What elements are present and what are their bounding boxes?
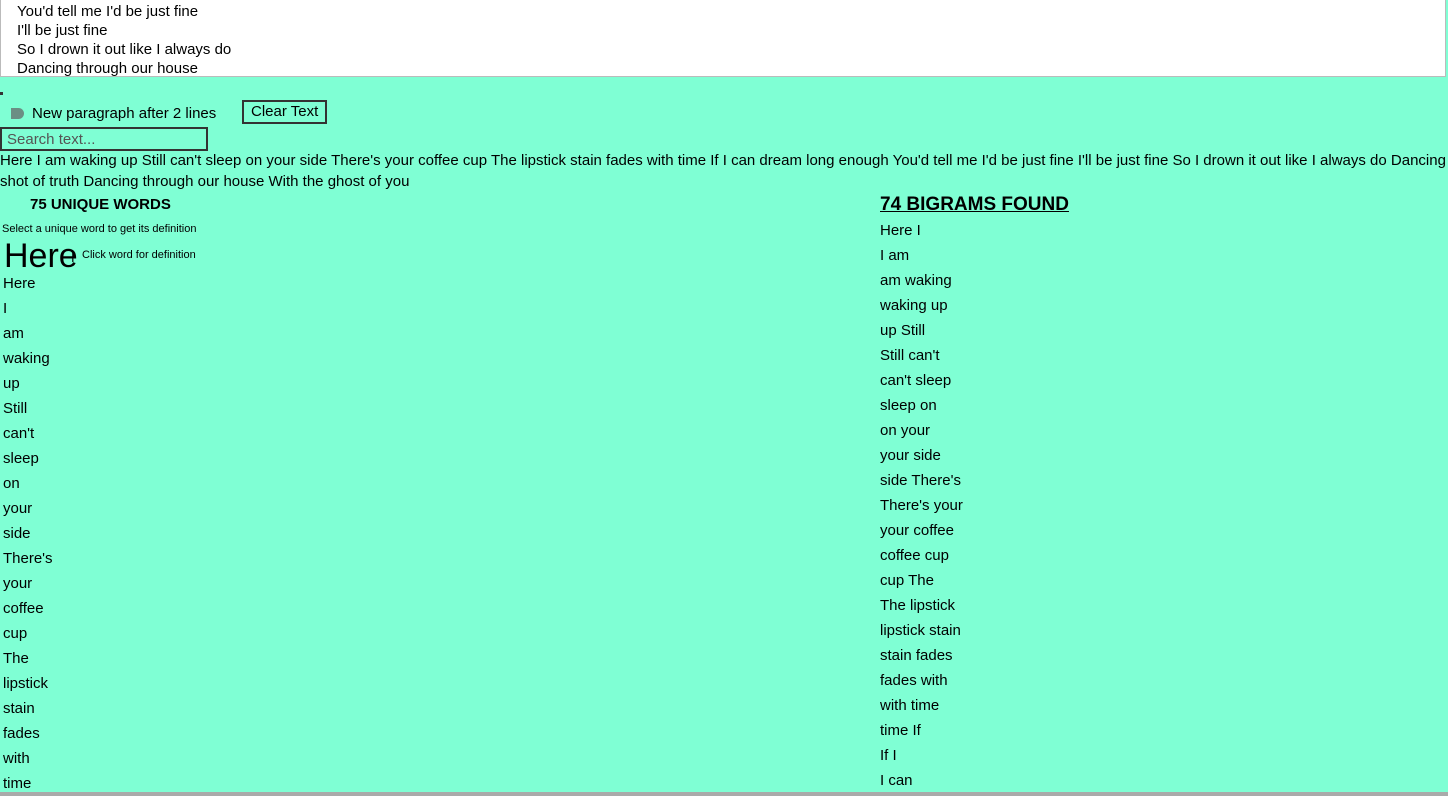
bigram-item: can't sleep: [880, 372, 952, 389]
bigram-item: lipstick stain: [880, 622, 961, 639]
definition-hint: Click word for definition: [82, 249, 196, 261]
unique-word-item[interactable]: am: [3, 321, 53, 346]
resize-grip-icon[interactable]: [0, 92, 3, 95]
unique-word-item[interactable]: side: [3, 521, 53, 546]
paragraph-toggle[interactable]: New paragraph after 2 lines: [0, 103, 216, 123]
full-text-line: shot of truth Dancing through our house …: [0, 173, 410, 190]
unique-word-item[interactable]: Here: [3, 271, 53, 296]
textarea-line: So I drown it out like I always do: [17, 41, 232, 58]
bigram-item: up Still: [880, 322, 926, 339]
unique-word-item[interactable]: stain: [3, 696, 53, 721]
bigram-item: Still can't: [880, 347, 940, 364]
unique-word-item[interactable]: up: [3, 371, 53, 396]
bigram-item: stain fades: [880, 647, 953, 664]
full-text-line: Here I am waking up Still can't sleep on…: [0, 152, 1448, 169]
bigram-item: side There's: [880, 472, 961, 489]
bigram-item: waking up: [880, 297, 948, 314]
lyrics-textarea[interactable]: You'd tell me I'd be just fine I'll be j…: [0, 0, 1446, 77]
unique-word-item[interactable]: your: [3, 496, 53, 521]
bigram-item: fades with: [880, 672, 948, 689]
clear-text-button[interactable]: Clear Text: [242, 100, 328, 124]
toggle-switch-icon[interactable]: [11, 107, 24, 119]
unique-word-item[interactable]: Still: [3, 396, 53, 421]
bigram-item: on your: [880, 422, 931, 439]
bigram-item: There's your: [880, 497, 963, 514]
unique-word-item[interactable]: sleep: [3, 446, 53, 471]
unique-word-item[interactable]: on: [3, 471, 53, 496]
bigram-item: If I: [880, 747, 897, 764]
search-input[interactable]: [0, 127, 208, 151]
bigram-item: your coffee: [880, 522, 954, 539]
bigram-item: cup The: [880, 572, 934, 589]
full-text-display: Here I am waking up Still can't sleep on…: [0, 150, 1448, 192]
unique-word-item[interactable]: fades: [3, 721, 53, 746]
bigram-item: Here I: [880, 222, 921, 239]
bottom-scrollbar[interactable]: [0, 792, 1448, 796]
bigram-item: I can: [880, 772, 913, 789]
bigram-item: your side: [880, 447, 941, 464]
bigrams-title: 74 BIGRAMS FOUND: [880, 194, 1069, 215]
bigram-item: time If: [880, 722, 921, 739]
bigram-item: am waking: [880, 272, 952, 289]
unique-word-item[interactable]: I: [3, 296, 53, 321]
unique-words-title: 75 UNIQUE WORDS: [30, 196, 171, 213]
unique-word-item[interactable]: lipstick: [3, 671, 53, 696]
unique-word-item[interactable]: waking: [3, 346, 53, 371]
selected-word: Here: [4, 237, 78, 275]
bigram-item: I am: [880, 247, 910, 264]
textarea-line: You'd tell me I'd be just fine: [17, 3, 199, 20]
unique-word-item[interactable]: can't: [3, 421, 53, 446]
unique-word-item[interactable]: cup: [3, 621, 53, 646]
unique-word-item[interactable]: your: [3, 571, 53, 596]
textarea-line: Dancing through our house: [17, 60, 198, 77]
unique-word-item[interactable]: There's: [3, 546, 53, 571]
bigram-list: Here I I am am waking waking up up Still Stil…: [880, 218, 963, 793]
bigram-item: sleep on: [880, 397, 937, 414]
unique-word-list: Here Iam waking up Still can't sleep on your side…: [3, 271, 53, 796]
bigram-item: coffee cup: [880, 547, 949, 564]
unique-word-item[interactable]: with: [3, 746, 53, 771]
unique-words-hint: Select a unique word to get its definiti…: [2, 223, 197, 235]
text-cursor-icon: I: [71, 250, 75, 265]
bigram-item: with time: [880, 697, 940, 714]
bigram-item: The lipstick: [880, 597, 956, 614]
textarea-line: I'll be just fine: [17, 22, 108, 39]
toggle-label: New paragraph after 2 lines: [32, 104, 217, 122]
unique-word-item[interactable]: The: [3, 646, 53, 671]
unique-word-item[interactable]: coffee: [3, 596, 53, 621]
